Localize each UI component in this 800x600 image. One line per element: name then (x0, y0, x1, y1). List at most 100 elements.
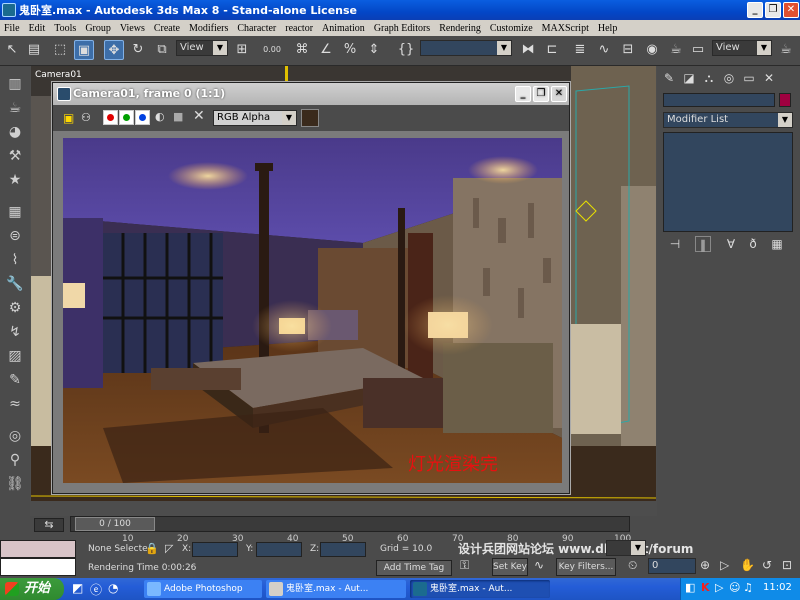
window-crossing-icon[interactable]: ▣ (74, 40, 94, 60)
clear-icon[interactable]: ✕ (193, 108, 205, 124)
tool-1-icon[interactable]: ▥ (5, 74, 25, 94)
quick-render-icon[interactable]: ▭ (688, 40, 708, 60)
y-coordinate-field[interactable] (256, 542, 302, 557)
named-selection-set-combo[interactable]: ▼ (420, 40, 512, 56)
cylinder-icon[interactable]: ⊜ (5, 226, 25, 246)
menu-group[interactable]: Group (85, 23, 111, 34)
menu-create[interactable]: Create (154, 23, 180, 34)
task-photoshop[interactable]: Adobe Photoshop (144, 580, 262, 598)
brush-icon[interactable]: ✎ (5, 370, 25, 390)
align-icon[interactable]: ⊏ (542, 40, 562, 60)
motion-tab-icon[interactable]: ◎ (721, 70, 737, 86)
display-icon[interactable]: ▨ (5, 346, 25, 366)
menu-tools[interactable]: Tools (54, 23, 76, 34)
explorer-icon[interactable]: ◔ (108, 581, 118, 595)
render-maximize-button[interactable]: ❐ (533, 86, 549, 102)
save-bitmap-icon[interactable]: ▣ (63, 111, 74, 125)
snap-icon[interactable]: ⌘ (292, 40, 312, 60)
key-filters-button[interactable]: Key Filters... (556, 558, 616, 576)
object-name-field[interactable] (663, 93, 775, 107)
menu-customize[interactable]: Customize (490, 23, 533, 34)
field-of-view-icon[interactable]: ▷ (720, 558, 729, 572)
display-tab-icon[interactable]: ▭ (741, 70, 757, 86)
utilities-tab-icon[interactable]: ✕ (761, 70, 777, 86)
angle-snap-icon[interactable]: ∠ (316, 40, 336, 60)
select-by-name-icon[interactable]: ▤ (24, 40, 44, 60)
x-coordinate-field[interactable] (192, 542, 238, 557)
menu-reactor[interactable]: reactor (285, 23, 313, 34)
create-tab-icon[interactable]: ✎ (661, 70, 677, 86)
clock[interactable]: 11:02 (763, 582, 792, 593)
network-icon[interactable]: ▷ (715, 581, 723, 594)
motion-icon[interactable]: ↯ (5, 322, 25, 342)
green-channel-toggle[interactable] (119, 110, 134, 125)
menu-animation[interactable]: Animation (322, 23, 365, 34)
tray-icon[interactable]: ◧ (685, 581, 695, 594)
lock-selection-icon[interactable]: 🔒 (145, 542, 159, 555)
hammer-icon[interactable]: ⚒ (5, 146, 25, 166)
rings-icon[interactable]: ◎ (5, 426, 25, 446)
show-desktop-icon[interactable]: ◩ (72, 581, 83, 595)
ie-icon[interactable]: ⓔ (90, 581, 102, 598)
pin-stack-icon[interactable]: ⊣ (667, 236, 683, 252)
make-unique-icon[interactable]: ∀ (723, 236, 739, 252)
curve-editor-icon[interactable]: ∿ (594, 40, 614, 60)
maxscript-input[interactable] (0, 558, 76, 576)
minimize-button[interactable]: _ (747, 2, 763, 18)
reference-coord-combo[interactable]: View ▼ (176, 40, 228, 56)
menu-graph-editors[interactable]: Graph Editors (374, 23, 430, 34)
orbit-icon[interactable]: ↺ (762, 558, 772, 572)
gear-icon[interactable]: ⚙ (5, 298, 25, 318)
menu-views[interactable]: Views (120, 23, 145, 34)
menu-modifiers[interactable]: Modifiers (189, 23, 228, 34)
pan-icon[interactable]: ✋ (740, 558, 755, 572)
key-mode-combo[interactable]: ▼ (606, 540, 646, 556)
menu-help[interactable]: Help (598, 23, 617, 34)
monochrome-icon[interactable]: ■ (173, 110, 183, 123)
red-channel-toggle[interactable] (103, 110, 118, 125)
menu-edit[interactable]: Edit (29, 23, 46, 34)
start-button[interactable]: 开始 (0, 578, 64, 600)
z-coordinate-field[interactable] (320, 542, 366, 557)
rect-selection-icon[interactable]: ⬚ (50, 40, 70, 60)
bend-icon[interactable]: ⌇ (5, 250, 25, 270)
layer-manager-icon[interactable]: ≣ (570, 40, 590, 60)
close-button[interactable]: ✕ (783, 2, 799, 18)
channel-display-combo[interactable]: RGB Alpha ▼ (213, 110, 297, 126)
wrench-icon[interactable]: 🔧 (5, 274, 25, 294)
hierarchy-tab-icon[interactable]: ⛬ (701, 70, 717, 86)
scale-icon[interactable]: ⧉ (152, 40, 172, 60)
sphere-icon[interactable]: ◕ (5, 122, 25, 142)
current-frame-field[interactable]: 0 (648, 558, 696, 574)
time-slider-thumb[interactable]: 0 / 100 (75, 517, 155, 531)
viewport-label[interactable]: Camera01 (35, 70, 82, 80)
render-minimize-button[interactable]: _ (515, 86, 531, 102)
render-type-combo[interactable]: View ▼ (712, 40, 772, 56)
configure-modifier-icon[interactable]: ▦ (769, 236, 785, 252)
select-icon[interactable]: ↖ (2, 40, 22, 60)
set-key-button[interactable]: Set Key (492, 558, 528, 576)
key-mode-icon[interactable]: ∿ (534, 558, 544, 572)
time-config-icon[interactable]: ⏲ (628, 558, 637, 573)
render-scene-icon[interactable]: ☕ (666, 40, 686, 60)
volume-icon[interactable]: ♫ (743, 581, 753, 594)
mini-listener-icon[interactable]: ⇆ (34, 518, 64, 532)
menu-rendering[interactable]: Rendering (439, 23, 481, 34)
menu-file[interactable]: File (4, 23, 20, 34)
percent-snap-icon[interactable]: % (340, 40, 360, 60)
alpha-channel-icon[interactable]: ◐ (155, 110, 165, 123)
absolute-mode-icon[interactable]: ◸ (165, 542, 173, 555)
key-icon[interactable]: ⚿ (460, 558, 469, 573)
teapot-icon[interactable]: ☕ (5, 98, 25, 118)
add-time-tag-button[interactable]: Add Time Tag (376, 560, 452, 576)
task-3dsmax-2[interactable]: 鬼卧室.max - Aut... (410, 580, 550, 598)
clone-icon[interactable]: ⚇ (81, 111, 91, 124)
figure-icon[interactable]: ⚲ (5, 450, 25, 470)
zoom-icon[interactable]: ⊕ (700, 558, 710, 572)
qq-icon[interactable]: ☺ (729, 581, 740, 594)
remove-modifier-icon[interactable]: ð (745, 236, 761, 252)
maxscript-listener[interactable] (0, 540, 76, 558)
chain-icon[interactable]: ⛓ (5, 474, 25, 494)
move-icon[interactable]: ✥ (104, 40, 124, 60)
object-color-swatch[interactable] (779, 93, 791, 107)
